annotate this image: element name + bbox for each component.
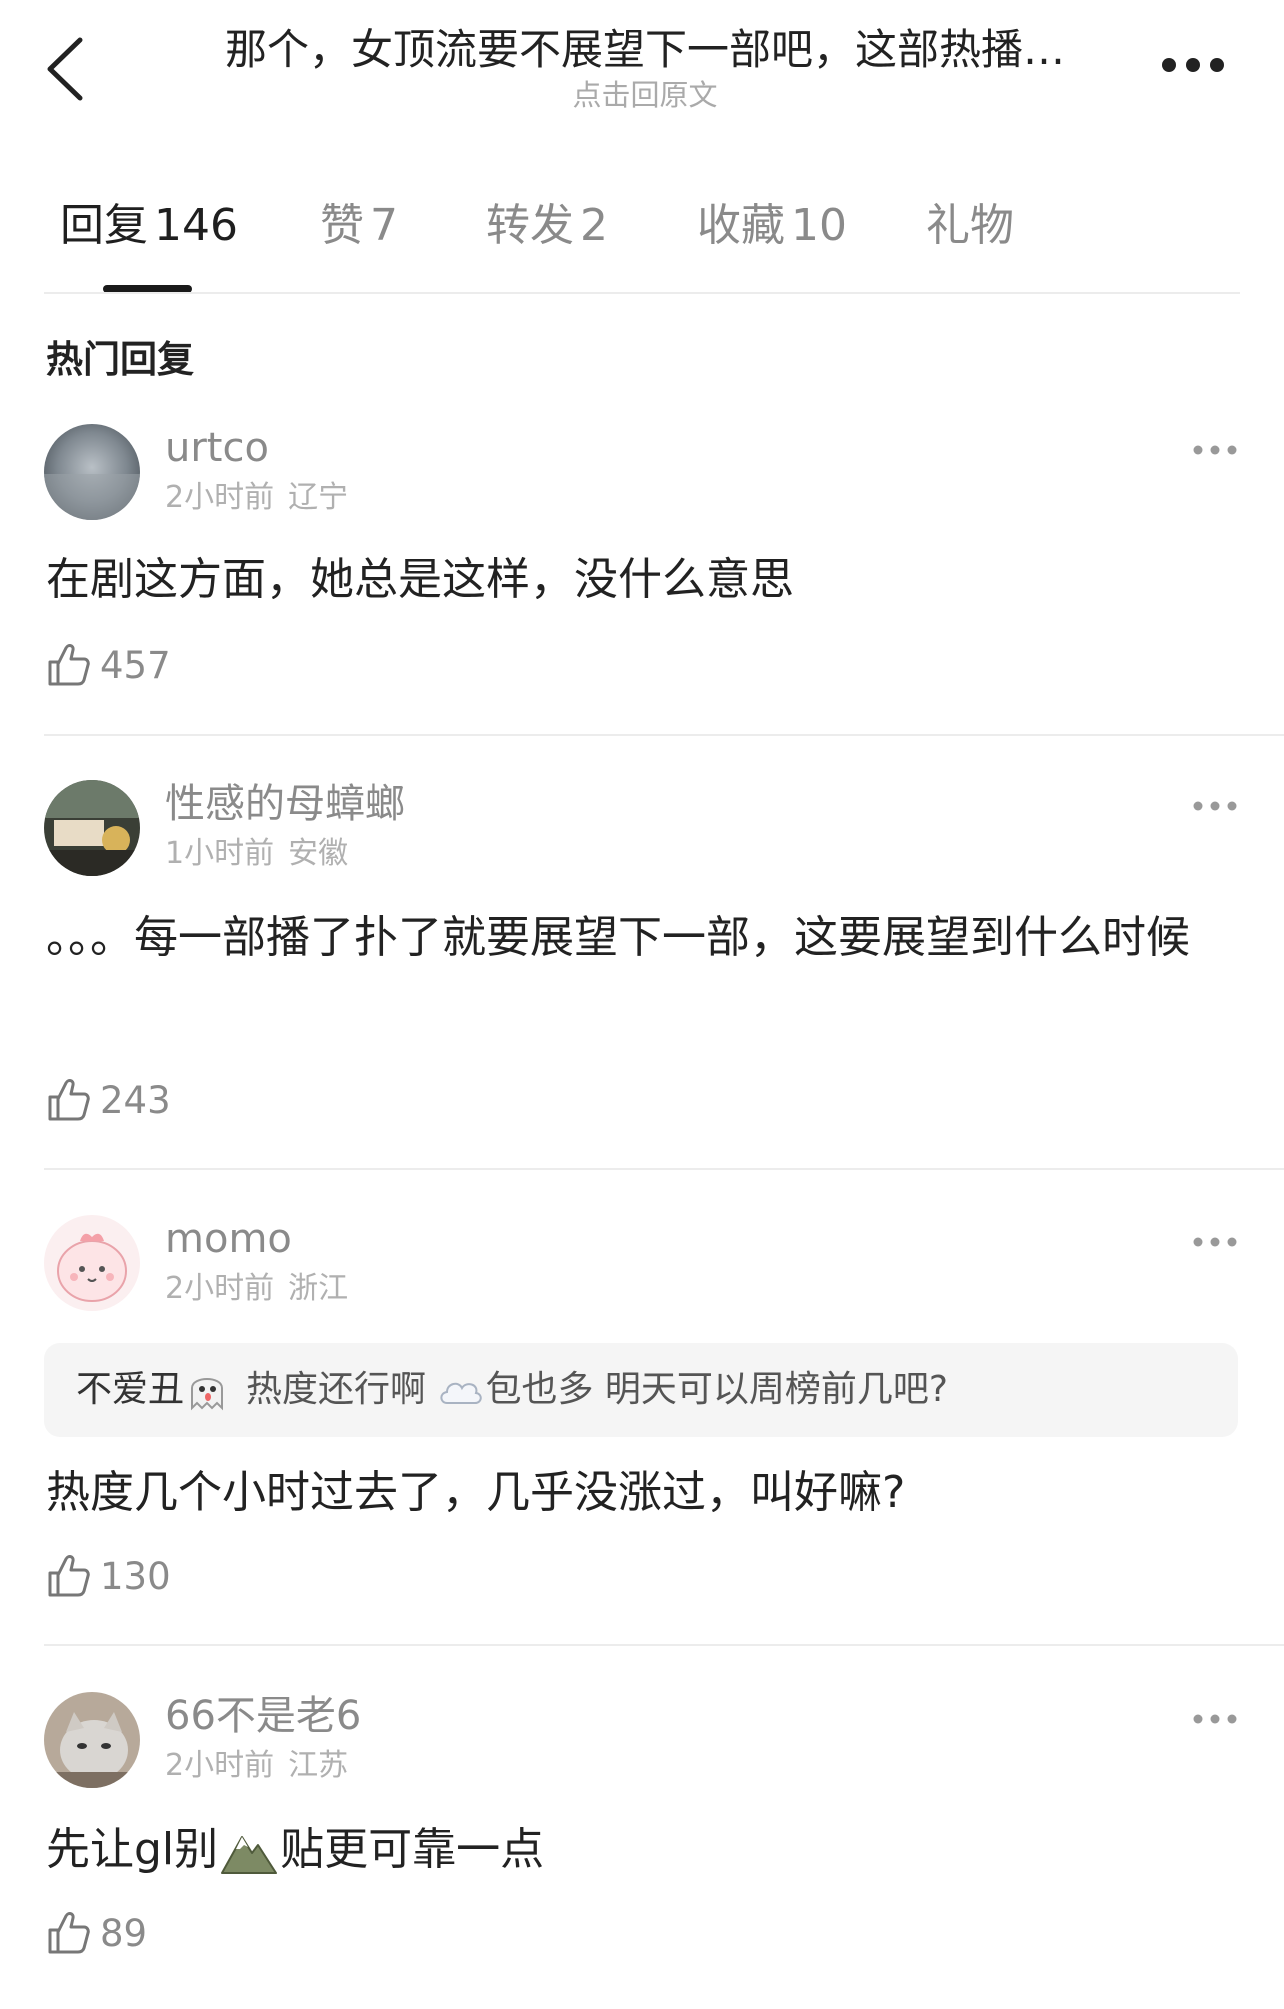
hot-replies-heading: 热门回复: [46, 338, 194, 381]
comment-divider: [44, 734, 1284, 736]
thumbs-up-icon: [48, 644, 90, 686]
more-options-button[interactable]: [1160, 54, 1226, 76]
comment-more-button[interactable]: [1192, 797, 1238, 811]
comment-text: 。。。每一部播了扑了就要展望下一部，这要展望到什么时候: [46, 912, 1190, 963]
tab-divider: [44, 292, 1240, 294]
avatar[interactable]: [44, 424, 140, 520]
quoted-text-part: 包也多 明天可以周榜前几吧?: [485, 1369, 949, 1410]
comment-text: 热度几个小时过去了，几乎没涨过，叫好嘛?: [46, 1467, 906, 1518]
quoted-text-part: 热度还行啊: [246, 1369, 427, 1410]
comment-meta: 2小时前 浙江: [165, 1269, 348, 1309]
like-count: 457: [100, 644, 171, 687]
tab-count: 7: [370, 200, 398, 251]
tab-gifts[interactable]: 礼物: [926, 196, 1014, 256]
like-button[interactable]: [46, 1910, 90, 1956]
tab-label: 收藏: [697, 200, 785, 251]
like-count: 243: [100, 1079, 171, 1122]
back-to-original-link[interactable]: 点击回原文: [150, 76, 1140, 114]
comment-location: 安徽: [288, 836, 349, 871]
tab-replies[interactable]: 回复 146: [60, 196, 238, 256]
avatar[interactable]: [44, 1692, 140, 1788]
username[interactable]: 性感的母蟑螂: [165, 778, 405, 830]
like-count: 130: [100, 1555, 171, 1598]
comment-more-button[interactable]: [1192, 1233, 1238, 1247]
comment-text: 先让gl别 贴更可靠一点: [46, 1812, 1226, 1888]
ghost-emoji-icon: [191, 1378, 224, 1411]
mountain-emoji-icon: [221, 1836, 278, 1874]
comment-time: 1小时前: [165, 836, 275, 871]
avatar-image: [44, 424, 140, 520]
username[interactable]: urtco: [165, 422, 269, 474]
username[interactable]: 66不是老6: [165, 1690, 361, 1742]
avatar-image: [44, 1215, 140, 1311]
comment-time: 2小时前: [165, 480, 275, 515]
comment-text: 在剧这方面，她总是这样，没什么意思: [46, 554, 794, 605]
comment-more-button[interactable]: [1192, 1710, 1238, 1724]
back-chevron-icon: [47, 37, 83, 101]
tab-reposts[interactable]: 转发 2: [486, 196, 608, 256]
tab-label: 回复: [60, 200, 148, 251]
comment-divider: [44, 1644, 1284, 1646]
tab-favorites[interactable]: 收藏 10: [697, 196, 847, 256]
comment-time: 2小时前: [165, 1748, 275, 1783]
avatar-image: [44, 1692, 140, 1788]
avatar[interactable]: [44, 1215, 140, 1311]
like-count: 89: [100, 1912, 148, 1955]
more-dots-icon: [1193, 1237, 1237, 1247]
thumbs-up-icon: [48, 1079, 90, 1121]
tab-label: 转发: [486, 200, 574, 251]
like-button[interactable]: [46, 1553, 90, 1599]
comment-time: 2小时前: [165, 1271, 275, 1306]
tab-count: 10: [791, 200, 847, 251]
comment-meta: 1小时前 安徽: [165, 834, 348, 874]
comment-meta: 2小时前 辽宁: [165, 478, 348, 518]
thumbs-up-icon: [48, 1555, 90, 1597]
more-dots-icon: [1193, 445, 1237, 455]
quoted-reply-text: 不爱丑 热度还行啊 包也多 明天可以周榜前几吧?: [76, 1365, 948, 1415]
comment-location: 江苏: [288, 1748, 349, 1783]
more-dots-icon: [1193, 801, 1237, 811]
back-button[interactable]: [40, 34, 92, 104]
username[interactable]: momo: [165, 1213, 292, 1265]
quoted-author[interactable]: 不爱丑: [76, 1369, 184, 1410]
tab-likes[interactable]: 赞7: [320, 196, 398, 256]
more-dots-icon: [1162, 58, 1224, 72]
comment-location: 浙江: [288, 1271, 349, 1306]
comment-divider: [44, 1168, 1284, 1170]
tab-label: 赞: [320, 200, 364, 251]
cloud-emoji-icon: [440, 1382, 483, 1404]
avatar-image: [44, 780, 140, 876]
comment-meta: 2小时前 江苏: [165, 1746, 348, 1786]
tab-label: 礼物: [926, 200, 1014, 251]
comment-text-part: 先让gl别: [46, 1824, 219, 1875]
avatar[interactable]: [44, 780, 140, 876]
comment-location: 辽宁: [288, 480, 349, 515]
more-dots-icon: [1193, 1714, 1237, 1724]
like-button[interactable]: [46, 642, 90, 688]
thumbs-up-icon: [48, 1912, 90, 1954]
comment-text-part: 贴更可靠一点: [280, 1824, 545, 1875]
like-button[interactable]: [46, 1077, 90, 1123]
tab-count: 2: [580, 200, 608, 251]
thread-title[interactable]: 那个，女顶流要不展望下一部吧，这部热播…: [150, 22, 1140, 78]
comment-more-button[interactable]: [1192, 441, 1238, 455]
tab-count: 146: [154, 200, 238, 251]
